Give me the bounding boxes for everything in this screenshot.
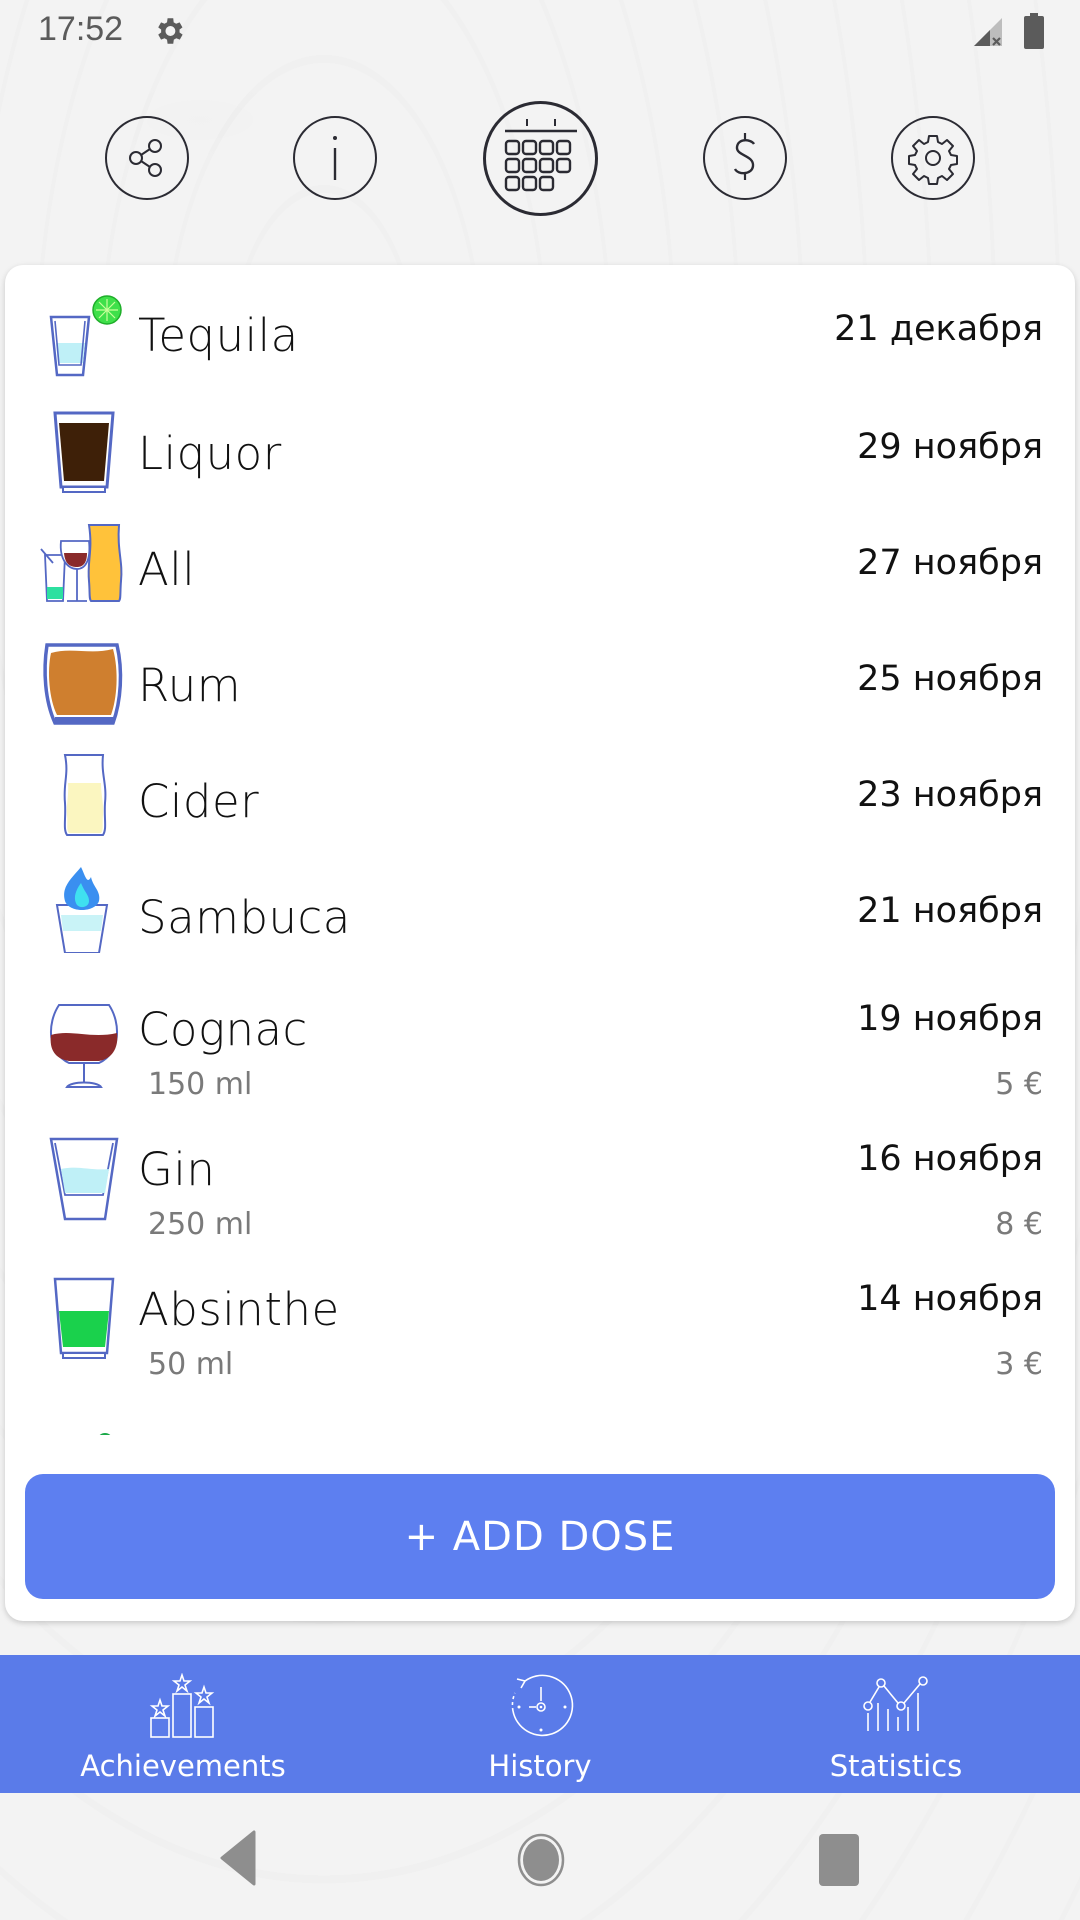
status-time: 17:52 bbox=[38, 10, 124, 48]
battery-icon bbox=[1024, 13, 1044, 49]
dose-date: 25 ноября bbox=[857, 659, 1043, 699]
dose-name: Cognac bbox=[138, 1003, 308, 1056]
share-icon bbox=[129, 139, 162, 177]
dose-name: Sambuca bbox=[138, 891, 351, 944]
doses-card: Tequila 21 декабря Liquor 29 ноября All … bbox=[5, 265, 1075, 1621]
nav-label: Achievements bbox=[80, 1749, 286, 1783]
statistics-chart-icon bbox=[863, 1676, 928, 1731]
dose-row[interactable]: Liquor 29 ноября bbox=[5, 403, 1075, 513]
dose-price: 5 € bbox=[995, 1067, 1043, 1102]
dose-price: 8 € bbox=[995, 1207, 1043, 1242]
info-button[interactable] bbox=[293, 116, 377, 200]
dose-row[interactable]: Gin 250 ml 16 ноября 8 € bbox=[5, 1123, 1075, 1263]
dose-name: All bbox=[138, 543, 196, 596]
dose-row[interactable]: Cider 23 ноября bbox=[5, 751, 1075, 861]
dose-date: 21 ноября bbox=[857, 891, 1043, 931]
dose-row-clipped[interactable] bbox=[5, 1429, 1075, 1435]
liquor-glass-icon bbox=[53, 411, 115, 493]
home-icon[interactable] bbox=[516, 1832, 566, 1888]
back-icon[interactable] bbox=[218, 1830, 258, 1886]
nav-label: History bbox=[488, 1749, 592, 1783]
dose-volume: 250 ml bbox=[148, 1207, 253, 1242]
dose-name: Liquor bbox=[138, 427, 282, 480]
nav-label: Statistics bbox=[829, 1749, 963, 1783]
dose-name: Absinthe bbox=[138, 1283, 340, 1336]
recents-icon[interactable] bbox=[818, 1833, 860, 1887]
dollar-icon bbox=[733, 133, 756, 180]
dose-volume: 150 ml bbox=[148, 1067, 253, 1102]
clipped-drink-icon bbox=[97, 1433, 113, 1435]
money-button[interactable] bbox=[703, 116, 787, 200]
cider-glass-icon bbox=[63, 754, 107, 836]
tequila-shot-lime-icon bbox=[49, 295, 122, 377]
dose-date: 21 декабря bbox=[834, 309, 1043, 349]
cognac-snifter-icon bbox=[49, 1004, 119, 1088]
dose-row[interactable]: Rum 25 ноября bbox=[5, 635, 1075, 745]
dose-name: Tequila bbox=[138, 309, 299, 362]
all-drinks-icon bbox=[40, 524, 123, 602]
settings-gear-icon bbox=[158, 18, 183, 44]
add-dose-button[interactable]: + ADD DOSE bbox=[25, 1474, 1055, 1599]
share-button[interactable] bbox=[105, 116, 189, 200]
info-icon bbox=[333, 136, 337, 180]
nav-achievements[interactable]: Achievements bbox=[3, 1655, 363, 1793]
dose-date: 14 ноября bbox=[857, 1279, 1043, 1319]
dose-date: 19 ноября bbox=[857, 999, 1043, 1039]
dose-volume: 50 ml bbox=[148, 1347, 234, 1382]
dose-row[interactable]: Absinthe 50 ml 14 ноября 3 € bbox=[5, 1263, 1075, 1403]
bottom-navigation: Achievements History Statistics bbox=[0, 1655, 1080, 1793]
system-navigation-bar bbox=[0, 1800, 1080, 1920]
nav-history[interactable]: History bbox=[360, 1655, 720, 1793]
gin-shot-icon bbox=[49, 1137, 119, 1221]
dose-date: 29 ноября bbox=[857, 427, 1043, 467]
dose-row[interactable]: Tequila 21 декабря bbox=[5, 287, 1075, 397]
doses-list[interactable]: Tequila 21 декабря Liquor 29 ноября All … bbox=[5, 265, 1075, 1435]
status-bar: 17:52 bbox=[0, 0, 1080, 64]
dose-row[interactable]: All 27 ноября bbox=[5, 519, 1075, 629]
calendar-button[interactable] bbox=[483, 101, 598, 216]
absinthe-glass-icon bbox=[53, 1277, 115, 1359]
dose-name: Rum bbox=[138, 659, 242, 712]
history-clock-icon bbox=[511, 1674, 574, 1737]
dose-date: 27 ноября bbox=[857, 543, 1043, 583]
dose-name: Cider bbox=[138, 775, 260, 828]
podium-stars-icon bbox=[149, 1673, 215, 1738]
signal-no-service-icon bbox=[974, 18, 1002, 46]
sambuca-flaming-shot-icon bbox=[55, 867, 109, 953]
dose-row[interactable]: Cognac 150 ml 19 ноября 5 € bbox=[5, 983, 1075, 1123]
dose-name: Gin bbox=[138, 1143, 216, 1196]
rum-glass-icon bbox=[43, 643, 123, 725]
gear-icon bbox=[908, 135, 958, 185]
dose-date: 23 ноября bbox=[857, 775, 1043, 815]
settings-button[interactable] bbox=[891, 116, 975, 200]
dose-row[interactable]: Sambuca 21 ноября bbox=[5, 867, 1075, 977]
calendar-icon bbox=[504, 118, 577, 191]
dose-price: 3 € bbox=[995, 1347, 1043, 1382]
nav-statistics[interactable]: Statistics bbox=[716, 1655, 1076, 1793]
dose-date: 16 ноября bbox=[857, 1139, 1043, 1179]
